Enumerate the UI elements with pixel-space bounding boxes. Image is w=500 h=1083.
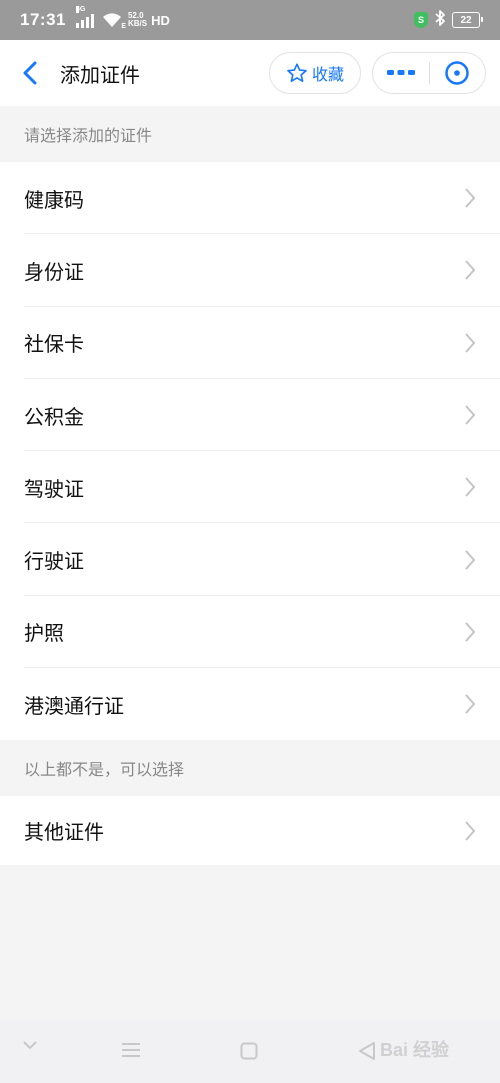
speed-unit: KB/S — [127, 19, 148, 28]
chevron-right-icon — [465, 405, 476, 425]
list-item-driver-license[interactable]: 驾驶证 — [0, 451, 500, 524]
list-item-housing-fund[interactable]: 公积金 — [0, 379, 500, 452]
close-circle-icon — [445, 60, 469, 85]
battery-indicator: 22 — [452, 12, 483, 28]
status-time: 17:31 — [20, 10, 66, 29]
list-item-social-security-card[interactable]: 社保卡 — [0, 307, 500, 380]
chevron-right-icon — [465, 622, 476, 642]
list-item-label: 驾驶证 — [24, 476, 84, 501]
vpn-shield-icon: S — [414, 12, 428, 28]
more-button[interactable] — [373, 53, 429, 93]
chevron-right-icon — [465, 188, 476, 208]
list-item-vehicle-license[interactable]: 行驶证 — [0, 523, 500, 597]
list-item-label: 护照 — [24, 621, 64, 646]
chevron-right-icon — [465, 260, 476, 281]
list-item-label: 港澳通行证 — [24, 693, 124, 718]
other-document-list: 其他证件 — [0, 796, 500, 865]
favorite-button[interactable]: 收藏 — [269, 52, 361, 94]
star-icon — [287, 63, 307, 82]
chevron-down-icon — [23, 1041, 37, 1050]
wifi-type: E — [121, 22, 126, 30]
menu-icon — [122, 1043, 140, 1057]
list-item-label: 健康码 — [24, 187, 84, 212]
chevron-right-icon — [465, 549, 476, 570]
list-item-label: 行驶证 — [24, 549, 84, 574]
chevron-right-icon — [465, 694, 476, 714]
list-item-hk-macau-permit[interactable]: 港澳通行证 — [0, 668, 500, 740]
list-item-label: 公积金 — [24, 404, 84, 429]
chevron-right-icon — [465, 477, 476, 497]
hide-nav-button[interactable] — [22, 1040, 38, 1050]
chevron-right-icon — [465, 333, 476, 353]
network-type: 4G — [75, 6, 86, 13]
network-speed: 52.0 KB/S — [128, 12, 147, 28]
menu-button[interactable] — [121, 1042, 141, 1058]
chevron-right-icon — [465, 820, 476, 841]
back-arrow-icon — [23, 61, 37, 85]
favorite-label: 收藏 — [311, 65, 344, 84]
section-header-select: 请选择添加的证件 — [24, 126, 153, 145]
document-type-list: 健康码 身份证 社保卡 公积金 驾驶证 行驶证 护照 港澳通行证 — [0, 162, 500, 741]
back-triangle-icon — [359, 1042, 375, 1060]
list-item-passport[interactable]: 护照 — [0, 596, 500, 669]
watermark: Bai 经验 — [380, 1040, 450, 1060]
list-item-label: 身份证 — [24, 259, 84, 284]
wifi-icon: E — [102, 12, 126, 30]
back-button[interactable] — [8, 40, 52, 106]
nav-bar: 添加证件 收藏 — [0, 40, 500, 106]
list-item-id-card[interactable]: 身份证 — [0, 234, 500, 307]
status-bar: 17:31 4G E 52.0 KB/S HD S 22 — [0, 0, 500, 40]
home-button[interactable] — [240, 1042, 258, 1060]
cellular-signal-icon: 4G — [75, 6, 94, 28]
back-nav-button[interactable] — [358, 1041, 376, 1061]
list-item-label: 社保卡 — [24, 332, 84, 357]
mini-program-capsule — [372, 52, 486, 94]
home-square-icon — [240, 1042, 258, 1060]
close-button[interactable] — [429, 53, 485, 93]
hd-indicator: HD — [151, 12, 170, 28]
page-title: 添加证件 — [60, 62, 140, 87]
list-item-label: 其他证件 — [24, 820, 104, 844]
list-item-other-documents[interactable]: 其他证件 — [0, 796, 500, 865]
list-item-health-code[interactable]: 健康码 — [0, 162, 500, 235]
bluetooth-icon — [434, 9, 446, 32]
section-header-other: 以上都不是，可以选择 — [24, 760, 185, 779]
more-dots-icon — [386, 70, 415, 75]
